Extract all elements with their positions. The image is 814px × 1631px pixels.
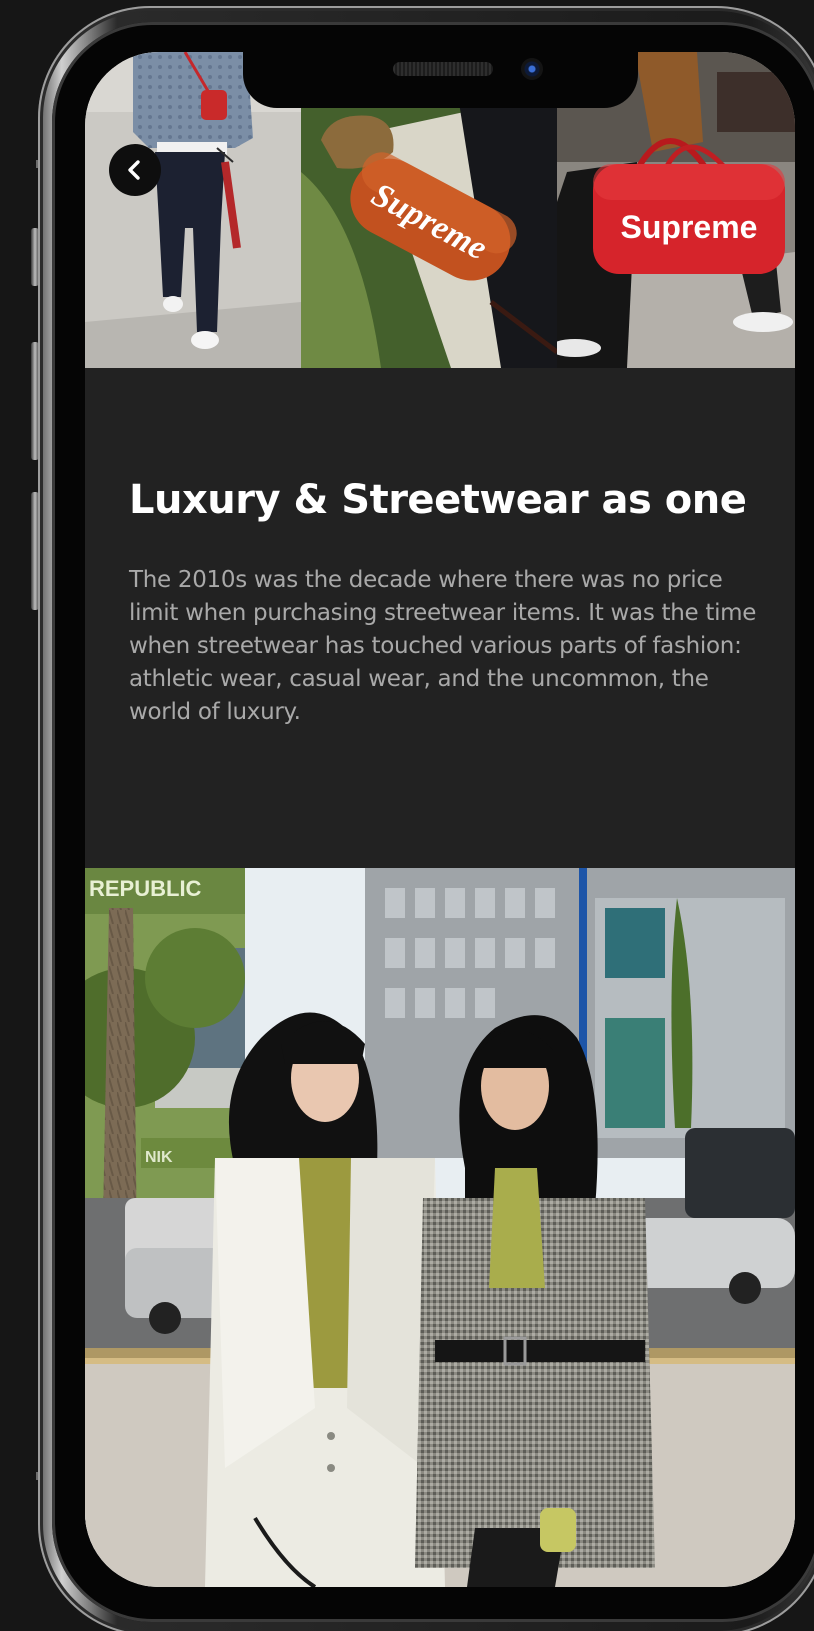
front-camera (521, 58, 543, 80)
article-section: Luxury & Streetwear as one The 2010s was… (85, 368, 795, 868)
lower-sign-text: NIK (145, 1149, 173, 1166)
chevron-left-icon (128, 160, 140, 180)
street-style-photo: REPUBLIC NIK (85, 868, 795, 1587)
page: Supreme Supreme Luxury & Streetwear as o… (0, 0, 814, 1631)
notch (243, 52, 638, 108)
article-headline: Luxury & Streetwear as one (129, 477, 747, 523)
building-sign-text: REPUBLIC (89, 876, 202, 901)
phone-screen[interactable]: Supreme Supreme Luxury & Streetwear as o… (85, 52, 795, 1587)
duffel-logo-text: Supreme (621, 209, 758, 245)
speaker-grille (393, 62, 493, 76)
article-body: The 2010s was the decade where there was… (129, 567, 757, 725)
back-button[interactable] (109, 144, 161, 196)
